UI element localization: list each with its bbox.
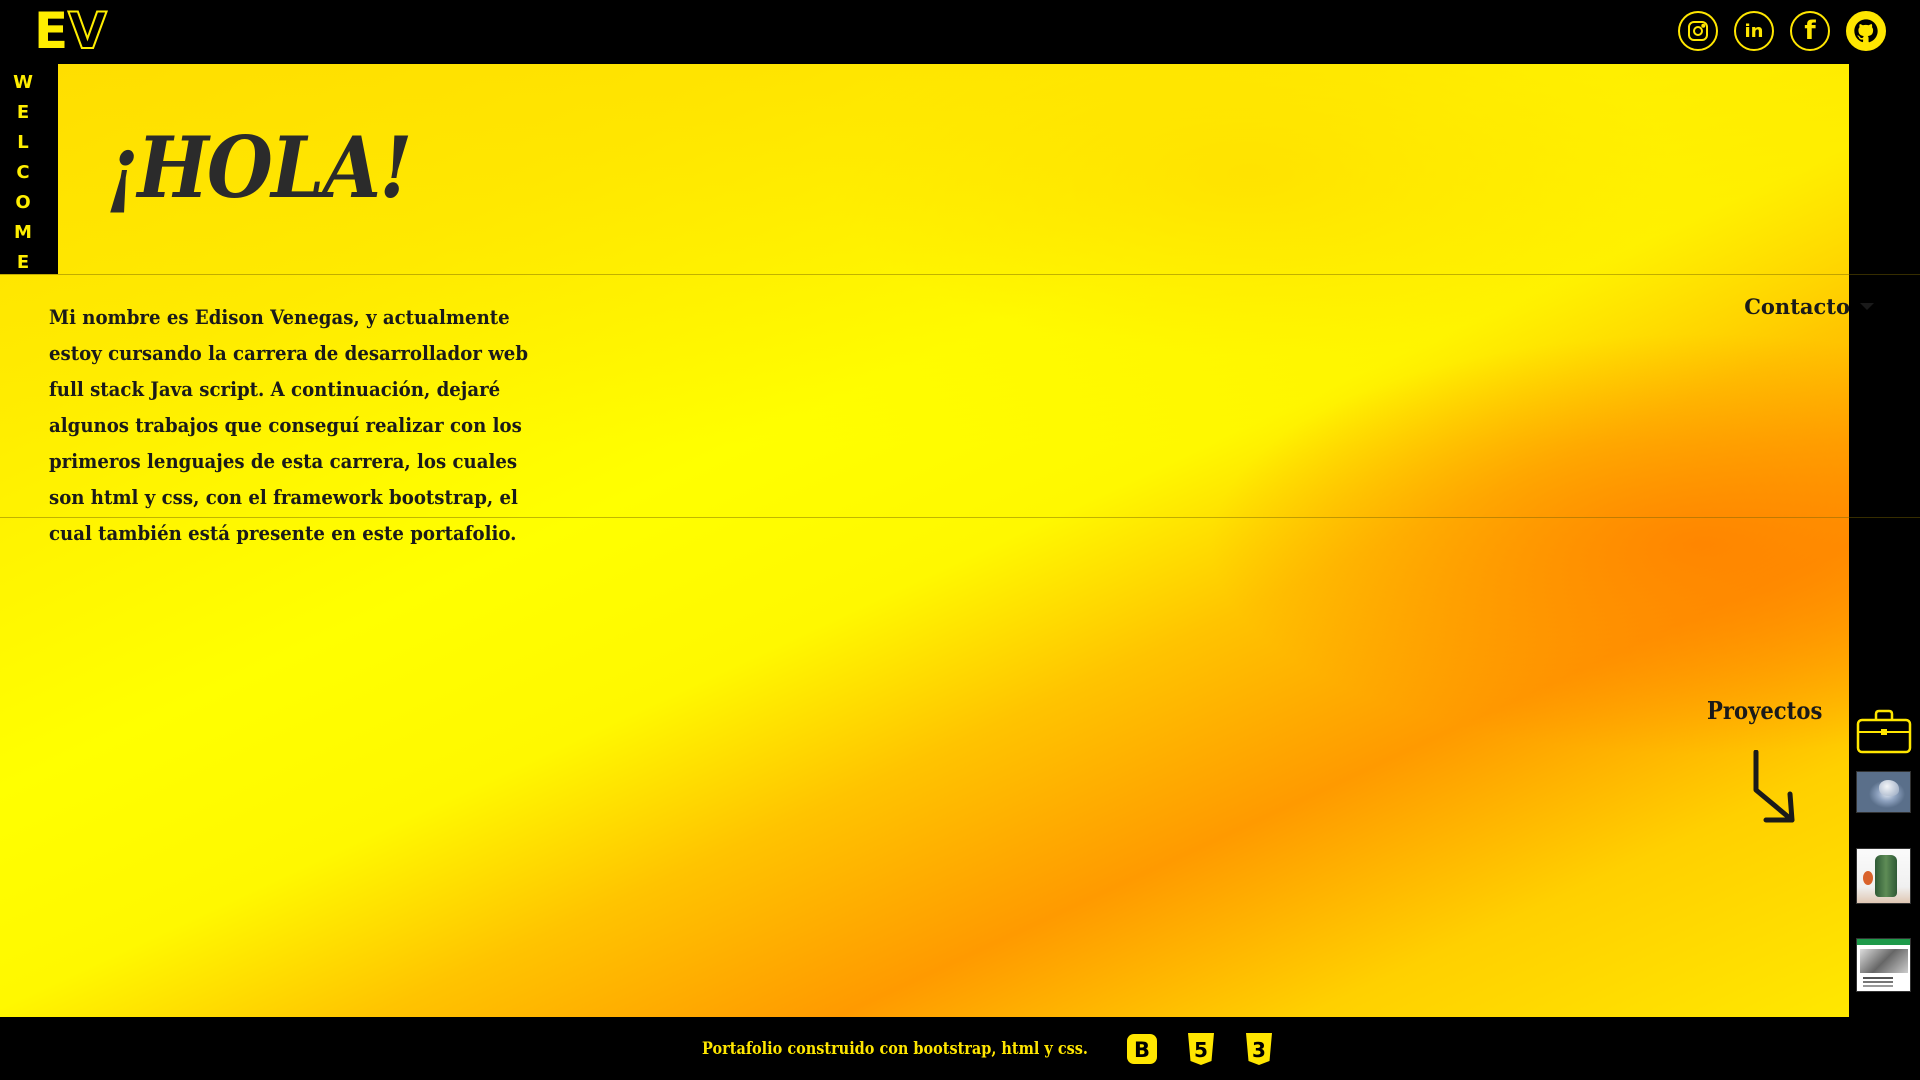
html5-icon-glyph: 5 (1194, 1038, 1208, 1062)
tech-icons: B 5 3 (1126, 1032, 1274, 1066)
brand-logo[interactable]: E V (34, 2, 108, 60)
css3-icon-glyph: 3 (1252, 1038, 1266, 1062)
arrow-down-right-icon (1753, 750, 1795, 823)
linkedin-icon-text: in (1744, 20, 1764, 42)
contact-dropdown[interactable]: Contacto (1744, 294, 1874, 319)
briefcase-icon[interactable] (1855, 708, 1913, 756)
github-icon[interactable] (1846, 11, 1886, 51)
welcome-letter: E (16, 102, 30, 123)
welcome-letter: W (13, 72, 33, 93)
logo-letter-e: E (34, 2, 68, 60)
bootstrap-icon: B (1127, 1033, 1157, 1064)
chevron-down-icon (1860, 303, 1874, 310)
facebook-icon[interactable]: f (1790, 11, 1830, 51)
instagram-icon[interactable] (1678, 11, 1718, 51)
footer-text: Portafolio construido con bootstrap, htm… (702, 1038, 1088, 1059)
project-thumbnail-cactus[interactable] (1856, 848, 1911, 904)
html5-icon: 5 (1188, 1032, 1214, 1065)
css3-icon: 3 (1246, 1032, 1272, 1065)
project-thumbnail-website[interactable] (1856, 938, 1911, 992)
projects-label: Proyectos (1707, 696, 1823, 725)
thumb-header-bar (1857, 939, 1910, 945)
project-thumbnail-bird[interactable] (1856, 771, 1911, 813)
welcome-letter: O (15, 192, 31, 213)
bootstrap-icon-glyph: B (1134, 1038, 1150, 1062)
welcome-letter: L (17, 132, 29, 153)
page-title: ¡HOLA! (106, 118, 412, 217)
welcome-vertical-label: W E L C O M E (0, 64, 58, 274)
thumb-text-lines (1863, 977, 1893, 979)
linkedin-icon[interactable]: in (1734, 11, 1774, 51)
projects-sidebar (1849, 694, 1920, 1017)
logo-letter-v: V (67, 2, 108, 60)
divider (0, 274, 1920, 275)
top-navbar: E V in f (0, 0, 1920, 64)
intro-paragraph: Mi nombre es Edison Venegas, y actualmen… (49, 306, 529, 545)
footer: Portafolio construido con bootstrap, htm… (0, 1017, 1920, 1080)
thumb-image (1860, 949, 1908, 973)
welcome-letter: C (16, 162, 30, 183)
welcome-letter: M (14, 222, 32, 243)
contact-dropdown-label: Contacto (1744, 294, 1850, 319)
welcome-letter: E (16, 252, 30, 273)
facebook-icon-text: f (1804, 16, 1816, 46)
social-links: in f (1678, 11, 1886, 51)
divider (0, 517, 1920, 518)
